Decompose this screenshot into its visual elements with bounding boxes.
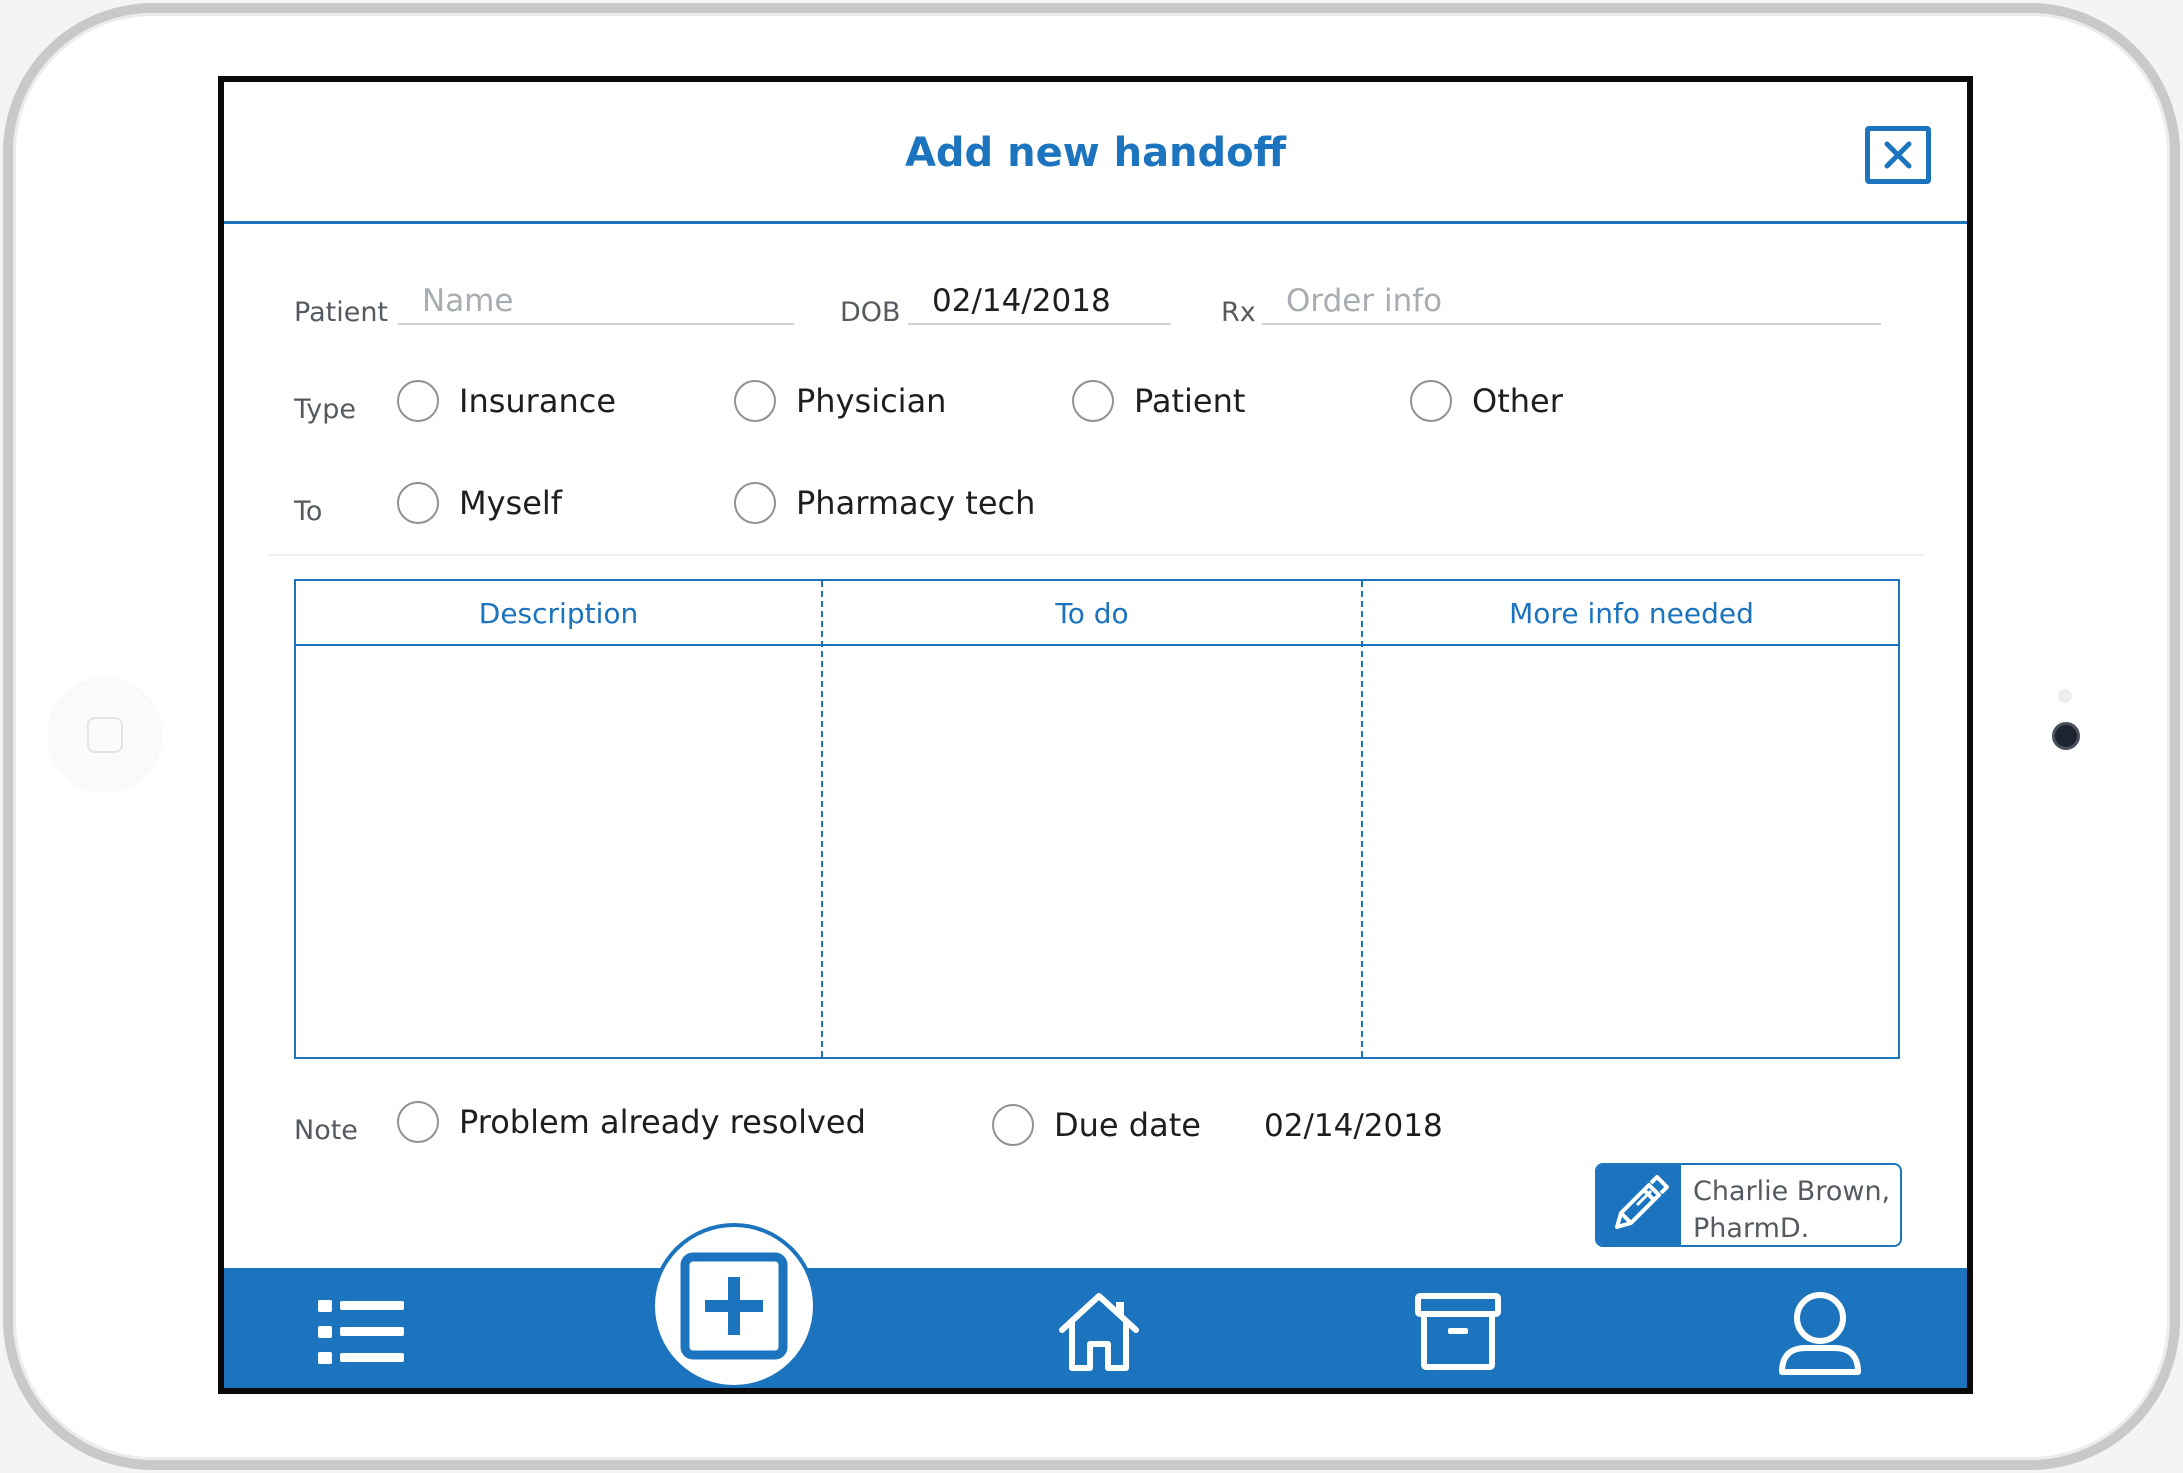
radio-label: Myself xyxy=(459,484,563,522)
radio-label: Insurance xyxy=(459,382,616,420)
signer-name-line2: PharmD. xyxy=(1693,1213,1810,1244)
rx-label: Rx xyxy=(1221,297,1256,328)
radio-button[interactable] xyxy=(734,482,776,524)
signer-badge[interactable]: Charlie Brown, PharmD. xyxy=(1595,1163,1902,1247)
type-option-physician[interactable]: Physician xyxy=(734,380,946,422)
column-header-to-do: To do xyxy=(1055,597,1129,630)
to-do-cell[interactable] xyxy=(823,648,1361,1057)
nav-profile-button[interactable] xyxy=(1776,1290,1864,1380)
description-cell[interactable] xyxy=(296,648,821,1057)
home-icon xyxy=(1059,1293,1139,1371)
radio-label: Due date xyxy=(1054,1106,1201,1144)
close-button[interactable] xyxy=(1865,126,1931,184)
note-option-resolved[interactable]: Problem already resolved xyxy=(397,1101,866,1143)
radio-label: Other xyxy=(1472,382,1563,420)
patient-name-input[interactable] xyxy=(398,277,794,321)
radio-label: Physician xyxy=(796,382,947,420)
type-option-insurance[interactable]: Insurance xyxy=(397,380,616,422)
column-header-description: Description xyxy=(478,597,639,630)
radio-label: Problem already resolved xyxy=(459,1103,866,1141)
signer-name: Charlie Brown, PharmD. xyxy=(1693,1173,1891,1245)
camera xyxy=(2052,722,2080,750)
type-option-patient[interactable]: Patient xyxy=(1072,380,1245,422)
dob-field[interactable] xyxy=(908,277,1171,325)
radio-label: Pharmacy tech xyxy=(796,484,1036,522)
add-icon xyxy=(680,1252,788,1360)
home-button-hardware[interactable] xyxy=(50,680,160,790)
radio-label: Patient xyxy=(1134,382,1246,420)
column-header-more-info: More info needed xyxy=(1509,597,1754,630)
page-title: Add new handoff xyxy=(904,130,1287,176)
radio-button[interactable] xyxy=(397,380,439,422)
type-option-other[interactable]: Other xyxy=(1410,380,1563,422)
radio-button[interactable] xyxy=(1410,380,1452,422)
to-option-pharmacy-tech[interactable]: Pharmacy tech xyxy=(734,482,1035,524)
rx-input[interactable] xyxy=(1262,277,1881,321)
section-divider xyxy=(269,554,1924,556)
archive-icon xyxy=(1415,1293,1501,1370)
nav-archive-button[interactable] xyxy=(1415,1293,1501,1375)
radio-button[interactable] xyxy=(1072,380,1114,422)
note-label: Note xyxy=(294,1115,358,1146)
sensor xyxy=(2058,689,2072,703)
nav-home-button[interactable] xyxy=(1056,1290,1142,1378)
app-screen: Add new handoff Patient DOB Rx Type Insu… xyxy=(218,76,1973,1394)
to-option-myself[interactable]: Myself xyxy=(397,482,562,524)
modal-header: Add new handoff xyxy=(224,82,1967,224)
note-option-due-date[interactable]: Due date xyxy=(992,1104,1201,1146)
signer-name-line1: Charlie Brown, xyxy=(1693,1176,1891,1207)
radio-button[interactable] xyxy=(397,1101,439,1143)
radio-button[interactable] xyxy=(734,380,776,422)
nav-list-button[interactable] xyxy=(316,1296,406,1372)
list-icon xyxy=(318,1300,404,1364)
close-icon xyxy=(1884,141,1912,169)
grid-header-row: Description To do More info needed xyxy=(296,581,1898,646)
profile-icon xyxy=(1779,1292,1861,1375)
nav-add-button[interactable] xyxy=(651,1223,817,1388)
handoff-details-grid: Description To do More info needed xyxy=(294,579,1900,1059)
rx-field[interactable] xyxy=(1262,277,1881,325)
type-label: Type xyxy=(294,394,357,425)
sign-button[interactable] xyxy=(1597,1165,1681,1245)
radio-button[interactable] xyxy=(397,482,439,524)
more-info-cell[interactable] xyxy=(1363,648,1900,1057)
to-label: To xyxy=(294,496,323,527)
dob-label: DOB xyxy=(840,297,901,328)
dob-input[interactable] xyxy=(908,277,1171,321)
patient-label: Patient xyxy=(294,297,389,328)
pen-icon xyxy=(1615,1175,1669,1229)
due-date-value[interactable]: 02/14/2018 xyxy=(1264,1108,1443,1144)
radio-button[interactable] xyxy=(992,1104,1034,1146)
home-button-square xyxy=(87,717,123,753)
patient-name-field[interactable] xyxy=(398,277,794,325)
